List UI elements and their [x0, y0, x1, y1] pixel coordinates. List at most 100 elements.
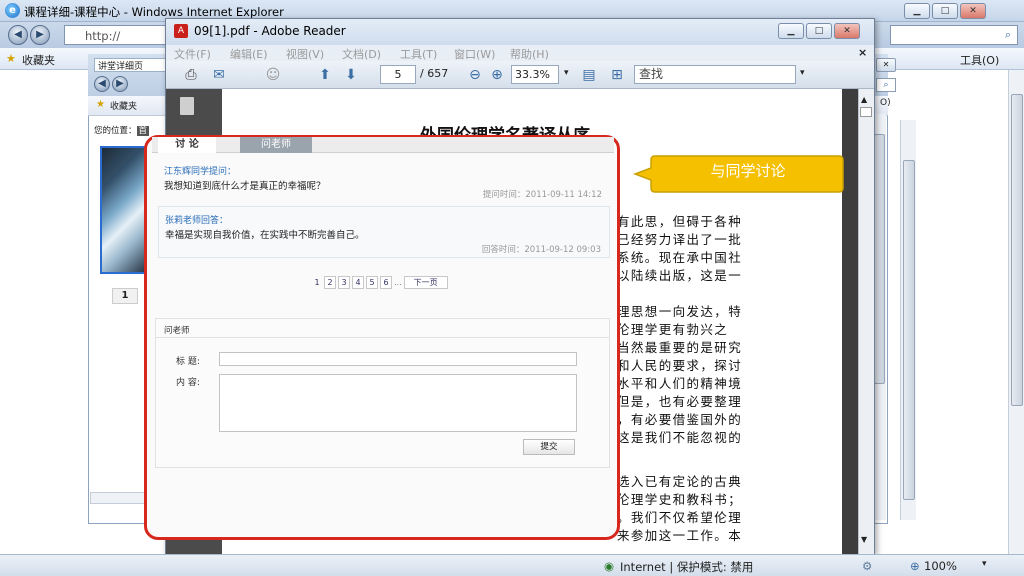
- page-link-5[interactable]: 5: [366, 276, 378, 289]
- book-line-9: 和人民的要求，探讨: [617, 358, 743, 373]
- menu-tools[interactable]: 工具(T): [400, 46, 437, 62]
- tools-menu[interactable]: 工具(O): [960, 52, 999, 68]
- breadcrumb-first[interactable]: 首: [136, 126, 150, 136]
- inner-ie-tab[interactable]: 讲堂详细页: [94, 58, 174, 72]
- content-textarea[interactable]: [219, 374, 577, 432]
- address-input[interactable]: http://: [64, 25, 174, 45]
- inner-back-icon[interactable]: ◀: [94, 76, 110, 92]
- reader-maximize-icon[interactable]: □: [806, 23, 832, 39]
- zoom-select[interactable]: 33.3%: [511, 65, 559, 84]
- security-icon[interactable]: ⚙: [862, 559, 872, 573]
- message-text: 幸福是实现自我价值，在实践中不断完善自己。: [165, 230, 365, 241]
- find-input[interactable]: 查找: [634, 65, 796, 84]
- menu-help[interactable]: 帮助(H): [510, 46, 549, 62]
- print-icon[interactable]: ⎙: [182, 66, 200, 84]
- book-line-12: ，有必要借鉴国外的: [617, 412, 743, 427]
- book-line-2: 已经努力译出了一批: [617, 232, 743, 247]
- search-icon[interactable]: ⌕: [1005, 28, 1011, 42]
- scroll-down-icon[interactable]: ▼: [861, 535, 867, 544]
- menu-file[interactable]: 文件(F): [174, 46, 211, 62]
- page-number-input[interactable]: 5: [380, 65, 416, 84]
- inner-search-icon[interactable]: ⌕: [876, 78, 896, 92]
- fit-width-icon[interactable]: ⊞: [608, 66, 626, 84]
- email-icon[interactable]: ✉: [210, 66, 228, 84]
- menu-window[interactable]: 窗口(W): [454, 46, 495, 62]
- find-label: 查找: [639, 67, 664, 81]
- maximize-icon[interactable]: □: [932, 3, 958, 19]
- page-link-4[interactable]: 4: [352, 276, 364, 289]
- menu-edit[interactable]: 编辑(E): [230, 46, 268, 62]
- submit-button[interactable]: 提交: [523, 439, 575, 455]
- zoom-in-icon[interactable]: ⊕: [488, 66, 506, 84]
- book-line-1: 有此思，但碍于各种: [617, 214, 743, 229]
- next-page-button[interactable]: 下一页: [403, 276, 448, 289]
- subject-input[interactable]: [219, 352, 577, 366]
- favorites-button[interactable]: 收藏夹: [22, 52, 55, 68]
- page-total: / 657: [420, 67, 449, 80]
- reader-close-icon[interactable]: ✕: [834, 23, 860, 39]
- book-line-6: 理思想一向发达，特: [617, 304, 743, 319]
- menu-document[interactable]: 文档(D): [342, 46, 381, 62]
- adobe-pdf-icon: A: [174, 24, 188, 38]
- back-icon[interactable]: ◀: [8, 25, 28, 45]
- inner-tools-menu[interactable]: O): [880, 98, 891, 108]
- page-link-2[interactable]: 2: [324, 276, 336, 289]
- ie-logo-icon: e: [5, 3, 20, 18]
- minimize-icon[interactable]: ▁: [904, 3, 930, 19]
- ie-scroll-thumb[interactable]: [1011, 94, 1023, 406]
- zoom-out-icon[interactable]: ⊖: [466, 66, 484, 84]
- comment-icon[interactable]: ☺: [264, 66, 282, 84]
- pagination: 1 2 3 4 5 6 ... 下一页: [312, 276, 448, 289]
- inner-hscrollbar[interactable]: [90, 492, 150, 504]
- prev-page-icon[interactable]: ⬆: [316, 66, 334, 84]
- pages-panel-icon[interactable]: [180, 97, 194, 115]
- address-text: http://: [85, 29, 121, 43]
- message-item: 江东辉同学提问： 我想知道到底什么才是真正的幸福呢？ 提问时间：2011-09-…: [158, 158, 610, 202]
- message-text: 我想知道到底什么才是真正的幸福呢？: [164, 181, 326, 192]
- reader-window-controls: ▁ □ ✕: [778, 23, 860, 39]
- favorites-star-icon[interactable]: ★: [6, 52, 16, 65]
- inner-scroll-thumb-right[interactable]: [903, 160, 915, 500]
- zoom-dropdown-icon[interactable]: ▾: [982, 559, 987, 569]
- search-input[interactable]: ⌕: [890, 25, 1018, 45]
- split-icon[interactable]: [860, 107, 872, 117]
- zoom-icon[interactable]: ⊕: [910, 559, 920, 573]
- tab-ask-teacher[interactable]: 问老师: [240, 137, 312, 153]
- zoom-value: 33.3%: [515, 68, 550, 81]
- find-dropdown-icon[interactable]: ▾: [800, 68, 805, 78]
- internet-zone-icon: ◉: [604, 559, 615, 573]
- inner-scroll-thumb[interactable]: [874, 134, 885, 384]
- scroll-up-icon[interactable]: ▲: [861, 95, 867, 104]
- next-page-icon[interactable]: ⬇: [342, 66, 360, 84]
- inner-scrollbar-right[interactable]: [900, 120, 916, 520]
- breadcrumb: 您的位置：首: [94, 124, 150, 136]
- breadcrumb-prefix: 您的位置：: [94, 126, 137, 136]
- current-page: 5: [394, 68, 402, 81]
- book-line-15: 选入已有定论的古典: [617, 474, 743, 489]
- subject-label: 标 题:: [176, 357, 200, 367]
- zoom-dropdown-icon[interactable]: ▾: [564, 68, 569, 78]
- menu-view[interactable]: 视图(V): [286, 46, 324, 62]
- menu-close-icon[interactable]: ×: [858, 46, 867, 59]
- reader-toolbar: ⎙ ✉ ☺ ⬆ ⬇ 5 / 657 ⊖ ⊕ 33.3% ▾ ▤ ⊞ 查找 ▾: [166, 61, 874, 89]
- inner-ie-tab-title: 讲堂详细页: [98, 62, 144, 72]
- zoom-level[interactable]: 100%: [924, 559, 957, 573]
- page-link-3[interactable]: 3: [338, 276, 350, 289]
- ie-scrollbar[interactable]: [1008, 70, 1024, 554]
- inner-page-number[interactable]: 1: [112, 288, 138, 304]
- inner-favorites-button[interactable]: 收藏夹: [110, 99, 137, 112]
- inner-favorites-star-icon[interactable]: ★: [96, 99, 105, 110]
- book-line-3: 系统。现在承中国社: [617, 250, 743, 265]
- page-link-1[interactable]: 1: [312, 277, 322, 288]
- ask-teacher-form: 问老师 标 题: 内 容: 提交: [155, 318, 610, 468]
- forward-icon[interactable]: ▶: [30, 25, 50, 45]
- page-link-6[interactable]: 6: [380, 276, 392, 289]
- close-icon[interactable]: ✕: [960, 3, 986, 19]
- tab-discussion[interactable]: 讨 论: [158, 137, 216, 153]
- reader-scrollbar[interactable]: ▲ ▼: [858, 89, 874, 554]
- inner-close-icon[interactable]: ✕: [876, 58, 896, 72]
- inner-forward-icon[interactable]: ▶: [112, 76, 128, 92]
- ask-form-header: 问老师: [164, 326, 190, 336]
- reader-minimize-icon[interactable]: ▁: [778, 23, 804, 39]
- fit-page-icon[interactable]: ▤: [580, 66, 598, 84]
